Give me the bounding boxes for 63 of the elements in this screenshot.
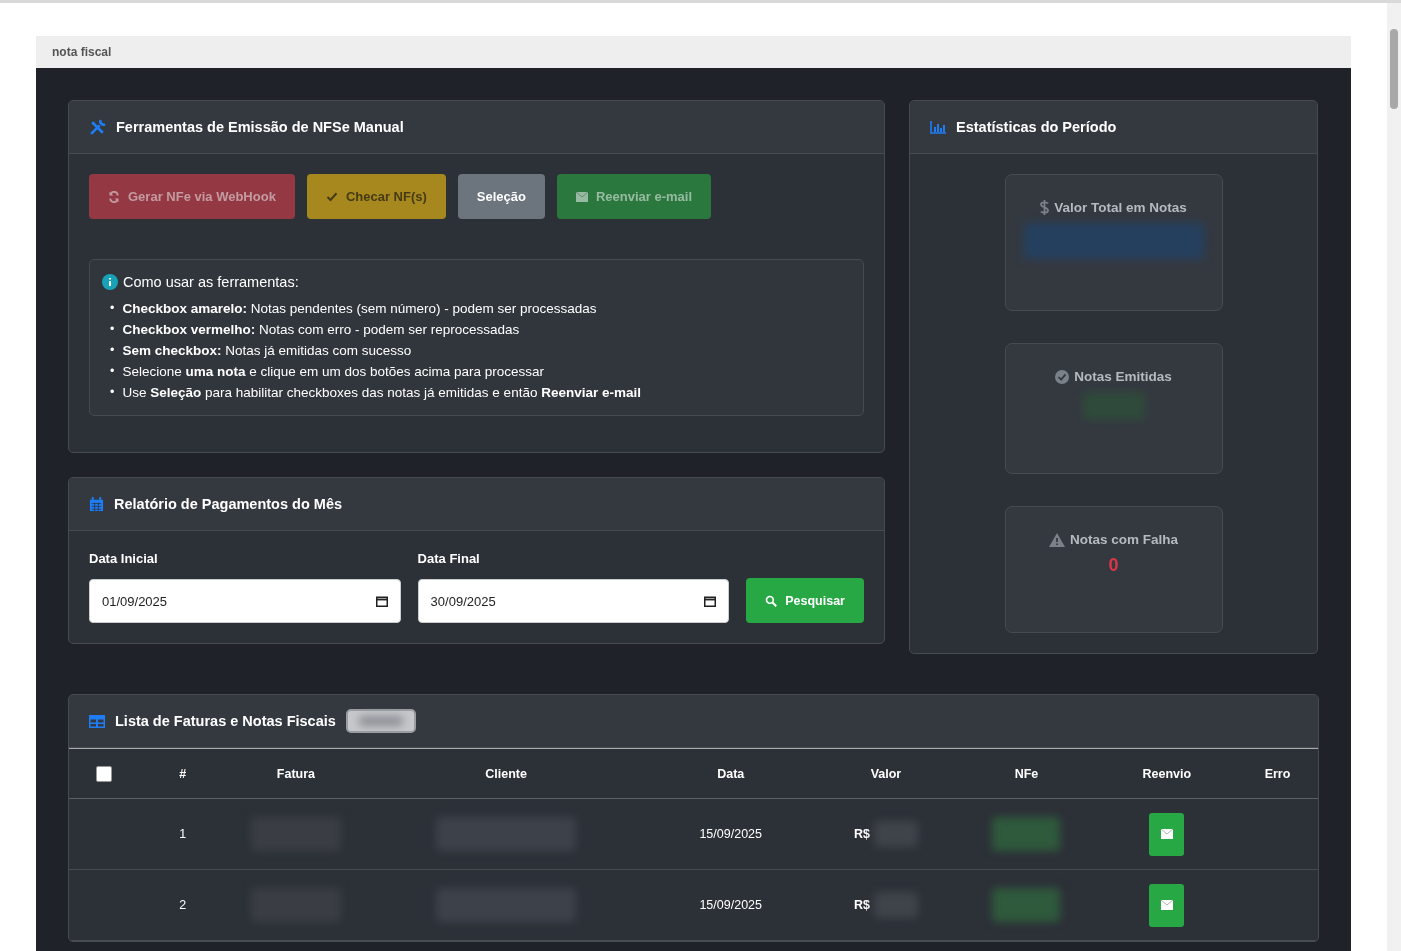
- refresh-icon: [108, 190, 120, 203]
- currency-symbol: R$: [853, 898, 870, 912]
- table-cell: 1: [139, 798, 226, 870]
- bullet: •: [110, 300, 115, 317]
- help-item: Sem checkbox: Notas já emitidas com sucesso: [122, 342, 412, 360]
- calendar-icon: [375, 595, 388, 607]
- column-header: Erro: [1237, 748, 1318, 799]
- card-title: Lista de Faturas e Notas Fiscais: [115, 713, 336, 729]
- envelope-icon: [1160, 900, 1173, 910]
- blurred-value: [992, 888, 1061, 922]
- panel-title: nota fiscal: [52, 45, 112, 59]
- check-circle-icon: [1055, 369, 1070, 384]
- search-button[interactable]: Pesquisar: [746, 578, 864, 623]
- currency-symbol: R$: [853, 827, 870, 841]
- tools-icon: [89, 118, 106, 136]
- help-item: Selecione uma nota e clique em um dos botões acima para processar: [122, 363, 545, 381]
- search-icon: [765, 594, 778, 607]
- column-header: Cliente: [366, 748, 646, 799]
- stat-value: 0: [1108, 555, 1119, 576]
- info-icon: [102, 274, 118, 290]
- dollar-icon: [1040, 200, 1050, 215]
- stat-label: Valor Total em Notas: [1054, 200, 1187, 215]
- envelope-icon: [1160, 829, 1173, 839]
- date-field[interactable]: 01/09/2025: [89, 579, 401, 623]
- count-badge: [345, 709, 416, 733]
- help-item: Use Seleção para habilitar checkboxes das notas já emitidas e então Reenviar e-mail: [122, 384, 641, 402]
- card-title: Relatório de Pagamentos do Mês: [114, 496, 343, 512]
- warning-icon: [1049, 532, 1065, 547]
- resend-button[interactable]: [1149, 883, 1185, 927]
- bullet: •: [110, 363, 115, 380]
- column-header: #: [139, 748, 226, 799]
- column-header: Valor: [815, 748, 957, 799]
- column-header: Reenvio: [1096, 748, 1237, 799]
- bullet: •: [110, 321, 115, 338]
- bar-chart-icon: [930, 120, 946, 134]
- help-item: Checkbox vermelho: Notas com erro - podem ser reprocessadas: [122, 321, 520, 339]
- table-cell: 2: [139, 869, 226, 941]
- column-header: Fatura: [225, 748, 367, 799]
- action-button[interactable]: Seleção: [457, 174, 545, 219]
- table-cell: 15/09/2025: [645, 869, 816, 941]
- table-cell: 15/09/2025: [645, 798, 816, 870]
- check-icon: [325, 190, 338, 203]
- scrollbar-thumb[interactable]: [1390, 29, 1398, 109]
- bullet: •: [110, 342, 115, 359]
- table-icon: [89, 714, 105, 728]
- card-title: Ferramentas de Emissão de NFSe Manual: [116, 119, 404, 135]
- calendar-icon: [704, 595, 717, 607]
- column-header: Data: [645, 748, 816, 799]
- field-label: Data Final: [417, 551, 481, 566]
- select-all-checkbox[interactable]: [96, 765, 113, 782]
- calendar-icon: [89, 496, 104, 512]
- stat-label: Notas com Falha: [1070, 532, 1178, 547]
- bullet: •: [110, 384, 115, 401]
- column-header: NFe: [956, 748, 1097, 799]
- resend-button[interactable]: [1149, 812, 1185, 856]
- date-field[interactable]: 30/09/2025: [417, 579, 730, 623]
- envelope-icon: [575, 191, 588, 202]
- stat-label: Notas Emitidas: [1074, 369, 1172, 384]
- card-title: Estatísticas do Período: [956, 119, 1117, 135]
- field-label: Data Inicial: [89, 551, 159, 566]
- blurred-value: [992, 817, 1061, 851]
- help-title: Como usar as ferramentas:: [123, 274, 299, 290]
- help-item: Checkbox amarelo: Notas pendentes (sem número) - podem ser processadas: [122, 300, 597, 318]
